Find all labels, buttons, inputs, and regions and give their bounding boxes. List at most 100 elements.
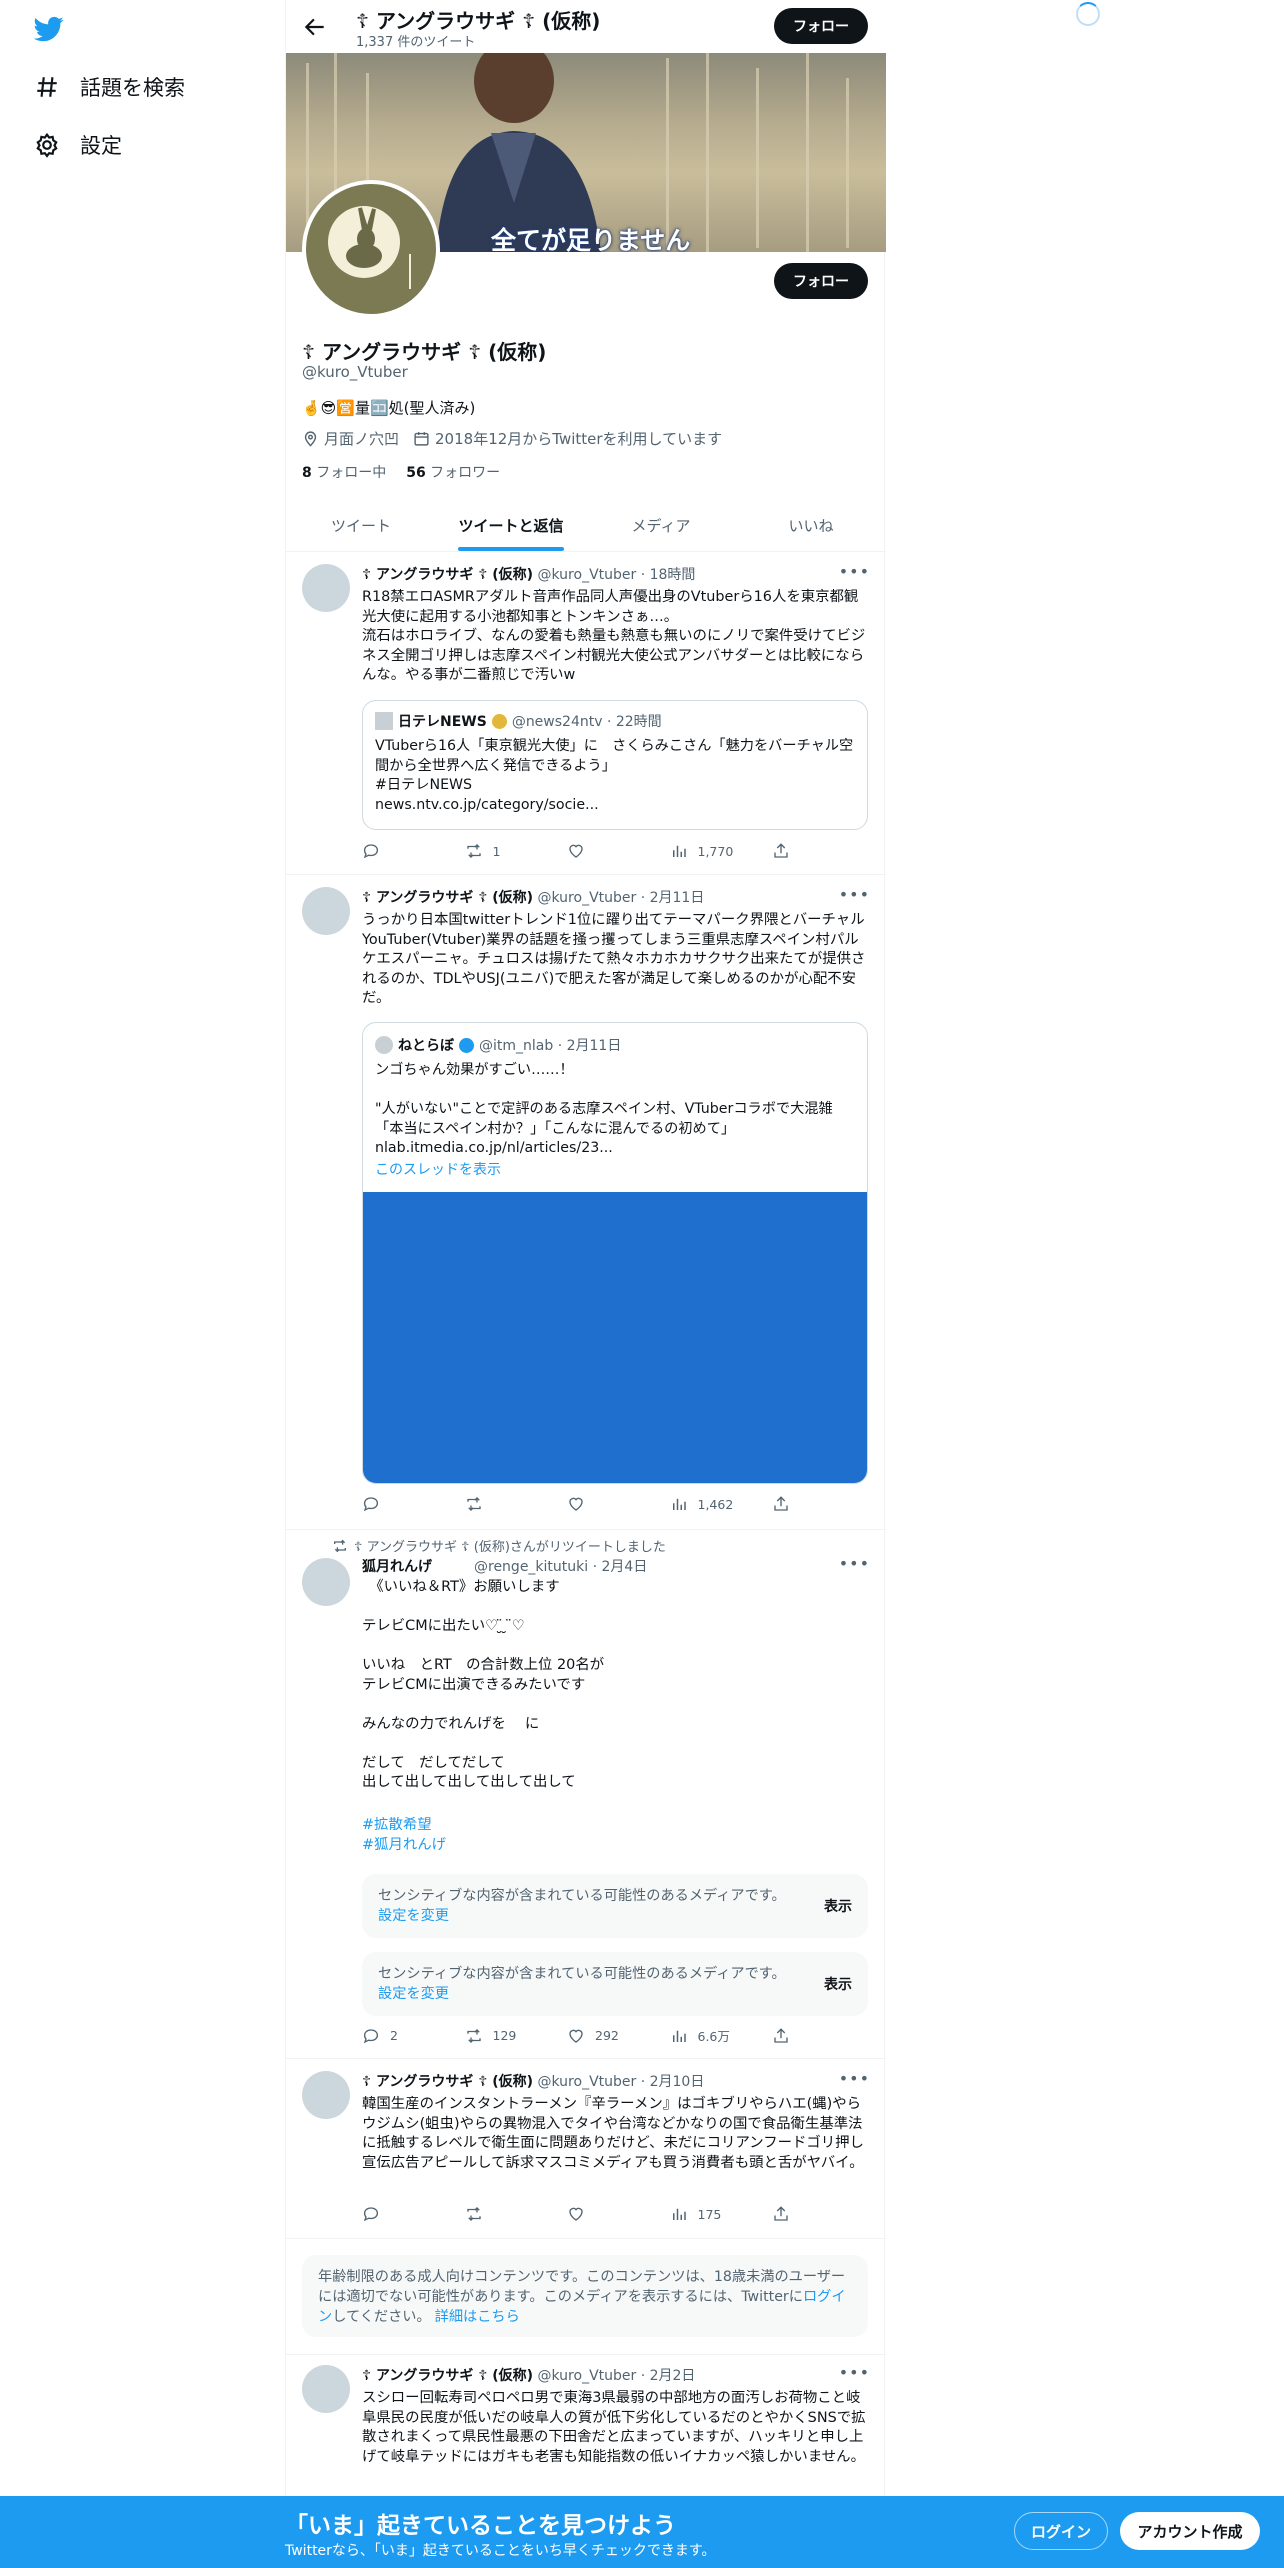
tweet-avatar[interactable] — [302, 2071, 350, 2119]
tweet-header: 狐月れんげ @renge_kitutuki · 2月4日 — [362, 1559, 648, 1575]
retweet-button[interactable] — [465, 2205, 545, 2223]
tweet-count: 1,337 件のツイート — [356, 35, 476, 50]
show-media-button[interactable]: 表示 — [824, 1974, 852, 1994]
tab-media[interactable]: メディア — [586, 500, 736, 551]
banner-caption: 全てが足りません — [491, 226, 691, 252]
tweet-actions: 1,462 — [362, 1495, 792, 1513]
follow-button[interactable]: フォロー — [774, 263, 868, 299]
views-button[interactable]: 1,770 — [670, 842, 750, 860]
back-arrow-icon[interactable] — [302, 14, 328, 40]
tweet[interactable]: ☦ アングラウサギ ☦ (仮称) @kuro_Vtuber · 2月2日 •••… — [286, 2355, 886, 2500]
more-icon[interactable]: ••• — [839, 2363, 870, 2382]
tweet-text: R18禁エロASMRアダルト音声作品同人声優出身のVtuberら16人を東京都観… — [362, 589, 866, 683]
tweet-avatar[interactable] — [302, 887, 350, 935]
nav-explore[interactable]: 話題を検索 — [34, 72, 185, 102]
more-icon[interactable]: ••• — [839, 562, 870, 581]
show-thread-link[interactable]: このスレッドを表示 — [375, 1159, 501, 1179]
tab-tweets-replies[interactable]: ツイートと返信 — [436, 500, 586, 551]
share-icon — [774, 2027, 788, 2043]
follow-button-top[interactable]: フォロー — [774, 8, 868, 44]
sensitive-notice-text: センシティブな内容が含まれている可能性のあるメディアです。設定を変更 — [378, 1888, 786, 1924]
hashtag-icon — [37, 77, 57, 97]
gold-verified-icon — [491, 713, 507, 729]
details-link[interactable]: 詳細はこちら — [435, 2309, 520, 2325]
profile-joined-text: 2018年12月からTwitterを利用しています — [435, 430, 723, 448]
like-button[interactable]: 292 — [567, 2026, 647, 2045]
tweet-header: ☦ アングラウサギ ☦ (仮称) @kuro_Vtuber · 2月11日 — [362, 890, 705, 906]
more-icon[interactable]: ••• — [839, 1554, 870, 1573]
loading-spinner-icon — [1076, 2, 1100, 26]
tweet-text: 韓国生産のインスタントラーメン『辛ラーメン』はゴキブリやらハエ(蝿)やらウジムシ… — [362, 2096, 864, 2171]
tweet[interactable]: ☦ アングラウサギ ☦ (仮称)さんがリツイートしました 狐月れんげ @reng… — [286, 1530, 886, 2059]
top-bar: ☦ アングラウサギ ☦ (仮称) 1,337 件のツイート フォロー — [286, 0, 886, 53]
like-button[interactable] — [567, 1495, 647, 1513]
retweet-button[interactable]: 1 — [465, 842, 545, 860]
login-button[interactable]: ログイン — [1014, 2512, 1108, 2550]
profile-avatar[interactable] — [302, 180, 440, 318]
age-restricted-notice: 年齢制限のある成人向けコンテンツです。このコンテンツは、18歳未満のユーザーには… — [302, 2255, 868, 2337]
quoted-tweet[interactable]: 日テレNEWS @news24ntv · 22時間 VTuberら16人「東京観… — [362, 700, 868, 830]
sensitive-media-notice: センシティブな内容が含まれている可能性のあるメディアです。設定を変更 表示 — [362, 1952, 868, 2016]
hashtag-link[interactable]: #狐月れんげ — [362, 1836, 872, 1856]
share-button[interactable] — [772, 842, 792, 860]
tab-tweets[interactable]: ツイート — [286, 500, 436, 551]
tweet[interactable]: ☦ アングラウサギ ☦ (仮称) @kuro_Vtuber · 2月10日 ••… — [286, 2059, 886, 2239]
verified-icon — [459, 1037, 474, 1053]
heart-icon — [569, 1497, 583, 1511]
heart-icon — [569, 2029, 583, 2043]
tweet-text: うっかり日本国twitterトレンド1位に躍り出てテーマパーク界隈とバーチャルY… — [362, 912, 866, 1006]
sensitive-media-notice: センシティブな内容が含まれている可能性のあるメディアです。設定を変更 表示 — [362, 1874, 868, 1938]
show-media-button[interactable]: 表示 — [824, 1896, 852, 1916]
age-restricted-item: 年齢制限のある成人向けコンテンツです。このコンテンツは、18歳未満のユーザーには… — [286, 2239, 886, 2355]
signup-bottom-bar: 「いま」起きていることを見つけよう Twitterなら、「いま」起きていることを… — [0, 2496, 1284, 2568]
change-settings-link[interactable]: 設定を変更 — [378, 1986, 449, 2002]
share-button[interactable] — [772, 1495, 792, 1513]
signup-button[interactable]: アカウント作成 — [1120, 2512, 1260, 2550]
tweet-actions: 1 1,770 — [362, 842, 792, 860]
profile-meta: 月面ノ穴凹 2018年12月からTwitterを利用しています — [302, 428, 722, 449]
quoted-media[interactable] — [363, 1192, 867, 1483]
bottom-bar-title: 「いま」起きていることを見つけよう — [285, 2513, 676, 2539]
twitter-logo-icon[interactable] — [34, 14, 64, 44]
like-button[interactable] — [567, 2205, 647, 2223]
profile-bio: 🤞😎🈺量🈁処(聖人済み) — [302, 399, 476, 417]
tab-likes[interactable]: いいね — [736, 500, 886, 551]
reply-button[interactable] — [362, 842, 442, 860]
hashtag-link[interactable]: #拡散希望 — [362, 1816, 872, 1836]
reply-icon — [363, 2028, 379, 2043]
views-button[interactable]: 1,462 — [670, 1495, 750, 1513]
tweet[interactable]: ☦ アングラウサギ ☦ (仮称) @kuro_Vtuber · 2月11日 ••… — [286, 875, 886, 1530]
share-icon — [774, 2206, 788, 2221]
profile-location: 月面ノ穴凹 — [302, 428, 399, 449]
tweet-avatar[interactable] — [302, 564, 350, 612]
views-button[interactable]: 175 — [670, 2205, 750, 2223]
tweet-header: ☦ アングラウサギ ☦ (仮称) @kuro_Vtuber · 2月10日 — [362, 2074, 705, 2090]
following-stat[interactable]: 8 フォロー中 — [302, 462, 386, 482]
reply-button[interactable] — [362, 1495, 442, 1513]
heart-icon — [569, 844, 583, 858]
retweet-icon — [334, 1539, 346, 1552]
retweet-icon — [466, 2207, 481, 2221]
tweet-avatar[interactable] — [302, 1558, 350, 1606]
nav-explore-label: 話題を検索 — [80, 76, 185, 100]
followers-stat[interactable]: 56 フォロワー — [406, 462, 500, 482]
nav-settings[interactable]: 設定 — [34, 130, 122, 160]
retweet-button[interactable]: 129 — [465, 2026, 545, 2045]
follow-stats: 8 フォロー中 56 フォロワー — [302, 462, 500, 482]
views-button[interactable]: 6.6万 — [670, 2026, 750, 2045]
retweet-icon — [466, 844, 481, 858]
reply-button[interactable]: 2 — [362, 2026, 442, 2045]
change-settings-link[interactable]: 設定を変更 — [378, 1908, 449, 1924]
tweet-avatar[interactable] — [302, 2365, 350, 2413]
more-icon[interactable]: ••• — [839, 885, 870, 904]
reply-button[interactable] — [362, 2205, 442, 2223]
retweet-button[interactable] — [465, 1495, 545, 1513]
quoted-tweet[interactable]: ねとらぼ @itm_nlab · 2月11日 ンゴちゃん効果がすごい……！ "人… — [362, 1022, 868, 1484]
share-button[interactable] — [772, 2205, 792, 2223]
more-icon[interactable]: ••• — [839, 2069, 870, 2088]
tweet-header: ☦ アングラウサギ ☦ (仮称) @kuro_Vtuber · 2月2日 — [362, 2368, 696, 2384]
share-button[interactable] — [772, 2026, 792, 2045]
tweet[interactable]: ☦ アングラウサギ ☦ (仮称) @kuro_Vtuber · 18時間 •••… — [286, 552, 886, 875]
like-button[interactable] — [567, 842, 647, 860]
retweet-context: ☦ アングラウサギ ☦ (仮称)さんがリツイートしました — [332, 1536, 666, 1555]
